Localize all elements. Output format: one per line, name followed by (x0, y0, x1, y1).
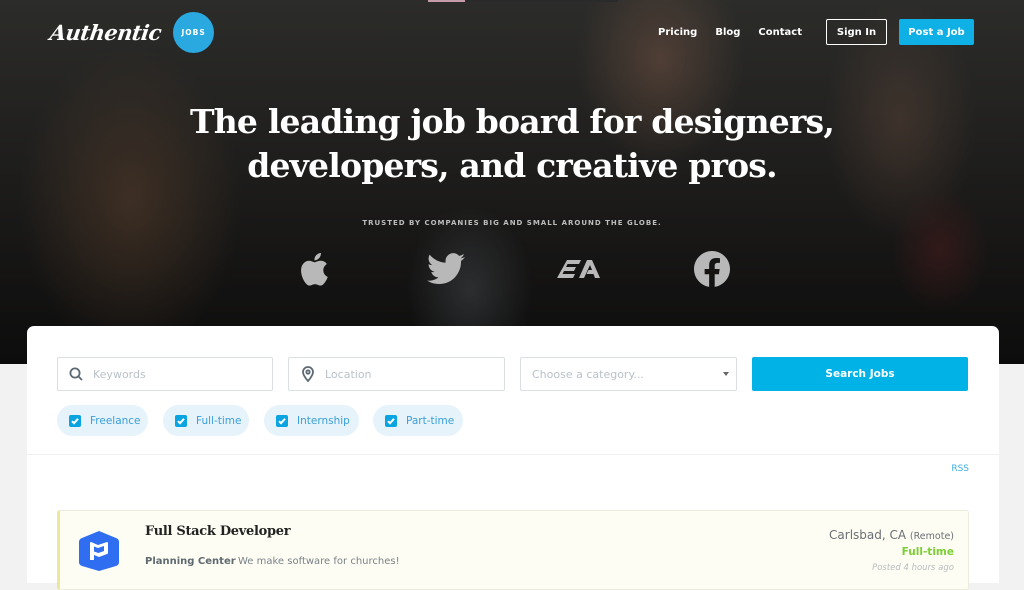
filter-internship[interactable]: Internship (264, 405, 359, 436)
brand-logos (0, 250, 1024, 290)
filter-part-time[interactable]: Part-time (373, 405, 463, 436)
section-divider (27, 454, 999, 455)
keywords-field[interactable]: Keywords (57, 357, 273, 391)
headline-line-2: developers, and creative pros. (247, 146, 777, 185)
rss-link[interactable]: RSS (951, 464, 969, 474)
top-nav: Pricing Blog Contact Sign In Post a Job (658, 19, 974, 45)
facebook-icon (692, 250, 732, 288)
apple-icon (293, 250, 333, 288)
location-field[interactable]: Location (288, 357, 505, 391)
location-placeholder: Location (325, 367, 372, 381)
search-jobs-button[interactable]: Search Jobs (752, 357, 968, 391)
location-pin-icon (302, 366, 314, 382)
hero-section: Authentic JOBS Pricing Blog Contact Sign… (0, 0, 1024, 364)
trusted-by-text: TRUSTED BY COMPANIES BIG AND SMALL AROUN… (362, 219, 662, 227)
filter-label: Internship (297, 414, 350, 427)
twitter-icon (426, 250, 466, 288)
top-progress-bar (428, 0, 618, 2)
headline-line-1: The leading job board for designers, (189, 102, 835, 141)
nav-blog[interactable]: Blog (715, 27, 740, 38)
logo-jobs-badge: JOBS (173, 12, 215, 53)
job-posted-time: Posted 4 hours ago (872, 563, 954, 573)
job-title[interactable]: Full Stack Developer (145, 524, 291, 539)
search-icon (69, 367, 83, 381)
filter-full-time[interactable]: Full-time (163, 405, 249, 436)
job-listing-item[interactable]: Full Stack Developer Planning Center We … (57, 510, 969, 590)
hero-headline: The leading job board for designers, dev… (0, 100, 1024, 188)
job-company: Planning Center (145, 556, 236, 567)
nav-pricing[interactable]: Pricing (658, 27, 697, 38)
filter-freelance[interactable]: Freelance (57, 405, 148, 436)
category-select[interactable]: Choose a category... (520, 357, 737, 391)
checkbox-checked-icon[interactable] (175, 414, 187, 427)
filter-label: Part-time (406, 414, 455, 427)
job-location: Carlsbad, CA (Remote) (829, 528, 954, 542)
company-logo-planning-center (79, 531, 119, 571)
post-job-button[interactable]: Post a Job (899, 19, 974, 45)
checkbox-checked-icon[interactable] (276, 414, 288, 427)
site-logo[interactable]: Authentic JOBS (48, 12, 215, 53)
nav-contact[interactable]: Contact (758, 27, 802, 38)
checkbox-checked-icon[interactable] (385, 414, 397, 427)
search-card: Keywords Location Choose a category... S… (27, 326, 999, 590)
ea-icon (557, 250, 603, 288)
sign-in-button[interactable]: Sign In (826, 19, 887, 45)
checkbox-checked-icon[interactable] (69, 414, 81, 427)
keywords-placeholder: Keywords (93, 367, 146, 381)
filter-label: Freelance (90, 414, 141, 427)
job-company-tagline: We make software for churches! (238, 556, 400, 567)
job-remote-tag: (Remote) (909, 531, 954, 542)
job-type-badge: Full-time (901, 546, 954, 558)
chevron-down-icon (723, 372, 729, 376)
filter-label: Full-time (196, 414, 242, 427)
job-location-city: Carlsbad, CA (829, 528, 907, 542)
category-placeholder: Choose a category... (532, 367, 644, 381)
logo-wordmark: Authentic (48, 20, 163, 45)
